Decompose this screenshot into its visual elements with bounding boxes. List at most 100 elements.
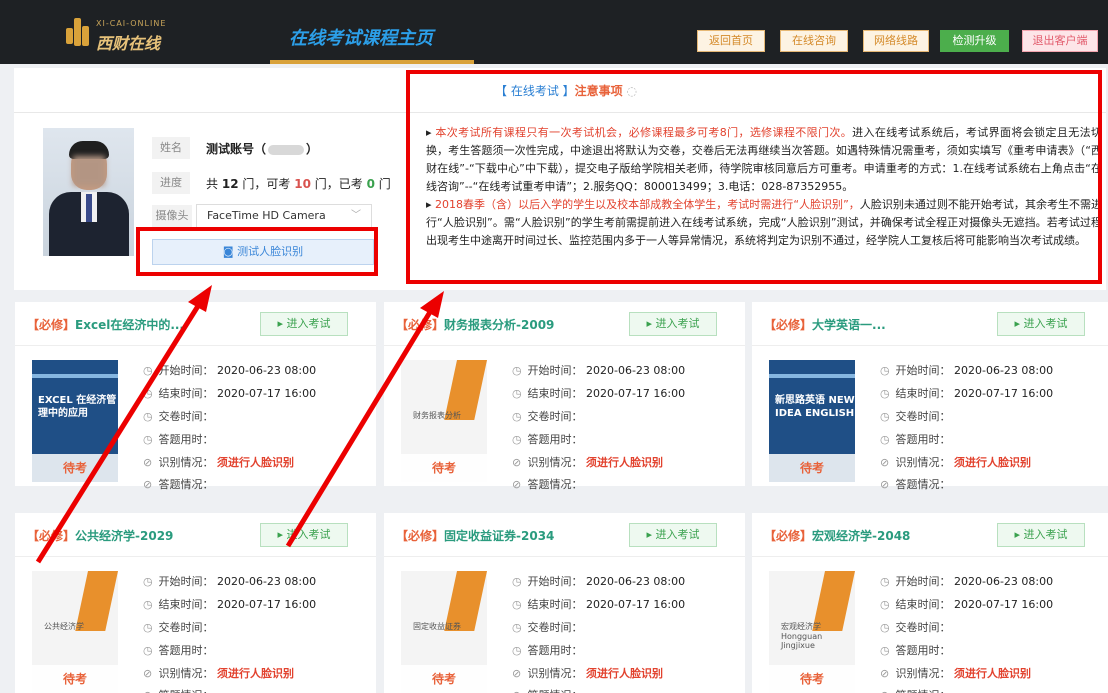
play-icon: ▸ xyxy=(277,528,284,541)
progress-value: 共 12 门，可考 10 门，已考 0 门 xyxy=(206,177,391,191)
answer-status: ⊘ 答题情况： xyxy=(512,687,583,693)
end-time: ◷ 结束时间： 2020-07-17 16:00 xyxy=(880,598,1054,611)
course-card: 【必修】固定收益证券-2034 ▸ 进入考试 固定收益证券 待考 ◷ 开始时间： 202… xyxy=(384,513,745,693)
answer-duration: ◷ 答题用时： xyxy=(512,644,583,657)
submit-time: ◷ 交卷时间： xyxy=(143,410,214,423)
end-time: ◷ 结束时间： 2020-07-17 16:00 xyxy=(512,387,686,400)
course-card: 【必修】宏观经济学-2048 ▸ 进入考试 宏观经济学 Hongguan Jingj… xyxy=(752,513,1108,693)
course-title: 【必修】Excel在经济中的... xyxy=(27,318,184,332)
start-time: ◷ 开始时间： 2020-06-23 08:00 xyxy=(143,575,317,588)
check-circle-icon: ⊘ xyxy=(512,456,522,469)
clock-icon: ◷ xyxy=(880,387,890,400)
check-circle-icon: ⊘ xyxy=(143,667,153,680)
end-time: ◷ 结束时间： 2020-07-17 16:00 xyxy=(143,598,317,611)
course-card: 【必修】财务报表分析-2009 ▸ 进入考试 财务报表分析 待考 ◷ 开始时间： 202… xyxy=(384,302,745,491)
check-circle-icon: ⊘ xyxy=(512,689,524,693)
page-title: 在线考试课程主页 xyxy=(289,28,433,49)
answer-duration: ◷ 答题用时： xyxy=(143,433,214,446)
play-icon: ▸ xyxy=(646,528,653,541)
enter-exam-button[interactable]: ▸ 进入考试 xyxy=(997,523,1085,547)
check-circle-icon: ⊘ xyxy=(512,667,522,680)
answer-duration: ◷ 答题用时： xyxy=(143,644,214,657)
consult-button[interactable]: 在线咨询 xyxy=(780,30,848,52)
clock-icon: ◷ xyxy=(143,621,153,634)
enter-exam-button[interactable]: ▸ 进入考试 xyxy=(997,312,1085,336)
clock-icon: ◷ xyxy=(880,410,890,423)
camera-select[interactable]: FaceTime HD Camera ﹀ xyxy=(196,204,372,228)
clock-icon: ◷ xyxy=(880,433,890,446)
end-time: ◷ 结束时间： 2020-07-17 16:00 xyxy=(512,598,686,611)
answer-status: ⊘ 答题情况： xyxy=(143,687,214,693)
submit-time: ◷ 交卷时间： xyxy=(880,410,951,423)
progress-label: 进度 xyxy=(152,172,190,194)
course-card: 【必修】大学英语一... ▸ 进入考试 新思路英语 NEW IDEA ENGLISH… xyxy=(752,302,1108,491)
status-badge: 待考 xyxy=(401,454,487,482)
start-time: ◷ 开始时间： 2020-06-23 08:00 xyxy=(512,364,686,377)
active-tab-indicator xyxy=(270,60,474,64)
status-badge: 待考 xyxy=(401,665,487,693)
enter-exam-button[interactable]: ▸ 进入考试 xyxy=(260,312,348,336)
top-bar: XI-CAI-ONLINE 西财在线 在线考试课程主页 返回首页 在线咨询 网络… xyxy=(0,0,1108,64)
check-upgrade-button[interactable]: 检测升级 xyxy=(940,30,1009,52)
end-time: ◷ 结束时间： 2020-07-17 16:00 xyxy=(880,387,1054,400)
end-time: ◷ 结束时间： 2020-07-17 16:00 xyxy=(143,387,317,400)
name-label: 姓名 xyxy=(152,137,190,159)
answer-status: ⊘ 答题情况： xyxy=(880,478,951,491)
recognition-status: ⊘ 识别情况： 须进行人脸识别 xyxy=(512,667,663,680)
logo-en-text: XI-CAI-ONLINE xyxy=(96,19,167,28)
answer-duration: ◷ 答题用时： xyxy=(880,433,951,446)
clock-icon: ◷ xyxy=(512,410,522,423)
clock-icon: ◷ xyxy=(512,364,522,377)
answer-status: ⊘ 答题情况： xyxy=(143,478,214,491)
camera-label: 摄像头 xyxy=(152,205,192,227)
recognition-status: ⊘ 识别情况： 须进行人脸识别 xyxy=(880,456,1031,469)
course-title: 【必修】财务报表分析-2009 xyxy=(396,318,555,332)
enter-exam-button[interactable]: ▸ 进入考试 xyxy=(260,523,348,547)
clock-icon: ◷ xyxy=(512,387,522,400)
play-icon: ▸ xyxy=(646,317,653,330)
course-card: 【必修】Excel在经济中的... ▸ 进入考试 EXCEL 在经济管理中的应用 待考… xyxy=(15,302,376,491)
course-card: 【必修】公共经济学-2029 ▸ 进入考试 公共经济学 待考 ◷ 开始时间： 2020-… xyxy=(15,513,376,693)
enter-exam-button[interactable]: ▸ 进入考试 xyxy=(629,523,717,547)
xicai-logo: XI-CAI-ONLINE 西财在线 xyxy=(64,16,194,53)
name-value: 测试账号（） xyxy=(206,142,319,156)
start-time: ◷ 开始时间： 2020-06-23 08:00 xyxy=(880,575,1054,588)
check-circle-icon: ⊘ xyxy=(143,456,153,469)
recognition-status: ⊘ 识别情况： 须进行人脸识别 xyxy=(512,456,663,469)
clock-icon: ◷ xyxy=(512,598,522,611)
course-title: 【必修】宏观经济学-2048 xyxy=(764,529,911,543)
logo-mark-icon xyxy=(64,18,90,46)
play-icon: ▸ xyxy=(1014,528,1021,541)
clock-icon: ◷ xyxy=(880,621,890,634)
clock-icon: ◷ xyxy=(143,575,153,588)
annotation-box-notice xyxy=(406,70,1102,284)
chevron-down-icon: ﹀ xyxy=(351,210,361,221)
answer-status: ⊘ 答题情况： xyxy=(512,478,583,491)
logo-cn-text: 西财在线 xyxy=(96,34,161,53)
submit-time: ◷ 交卷时间： xyxy=(512,410,583,423)
clock-icon: ◷ xyxy=(143,410,153,423)
start-time: ◷ 开始时间： 2020-06-23 08:00 xyxy=(880,364,1054,377)
course-title: 【必修】大学英语一... xyxy=(764,318,886,332)
check-circle-icon: ⊘ xyxy=(880,667,890,680)
enter-exam-button[interactable]: ▸ 进入考试 xyxy=(629,312,717,336)
clock-icon: ◷ xyxy=(512,575,522,588)
course-title: 【必修】公共经济学-2029 xyxy=(27,529,174,543)
submit-time: ◷ 交卷时间： xyxy=(880,621,951,634)
annotation-box-face-button xyxy=(136,227,378,276)
check-circle-icon: ⊘ xyxy=(512,478,522,491)
clock-icon: ◷ xyxy=(880,364,890,377)
recognition-status: ⊘ 识别情况： 须进行人脸识别 xyxy=(880,667,1031,680)
exit-client-button[interactable]: 退出客户端 xyxy=(1022,30,1098,52)
start-time: ◷ 开始时间： 2020-06-23 08:00 xyxy=(143,364,317,377)
check-circle-icon: ⊘ xyxy=(143,478,153,491)
check-circle-icon: ⊘ xyxy=(880,456,890,469)
clock-icon: ◷ xyxy=(880,575,890,588)
check-circle-icon: ⊘ xyxy=(143,689,155,693)
clock-icon: ◷ xyxy=(512,621,522,634)
recognition-status: ⊘ 识别情况： 须进行人脸识别 xyxy=(143,456,294,469)
recognition-status: ⊘ 识别情况： 须进行人脸识别 xyxy=(143,667,294,680)
home-button[interactable]: 返回首页 xyxy=(697,30,765,52)
network-line-button[interactable]: 网络线路 xyxy=(863,30,929,52)
clock-icon: ◷ xyxy=(512,433,522,446)
